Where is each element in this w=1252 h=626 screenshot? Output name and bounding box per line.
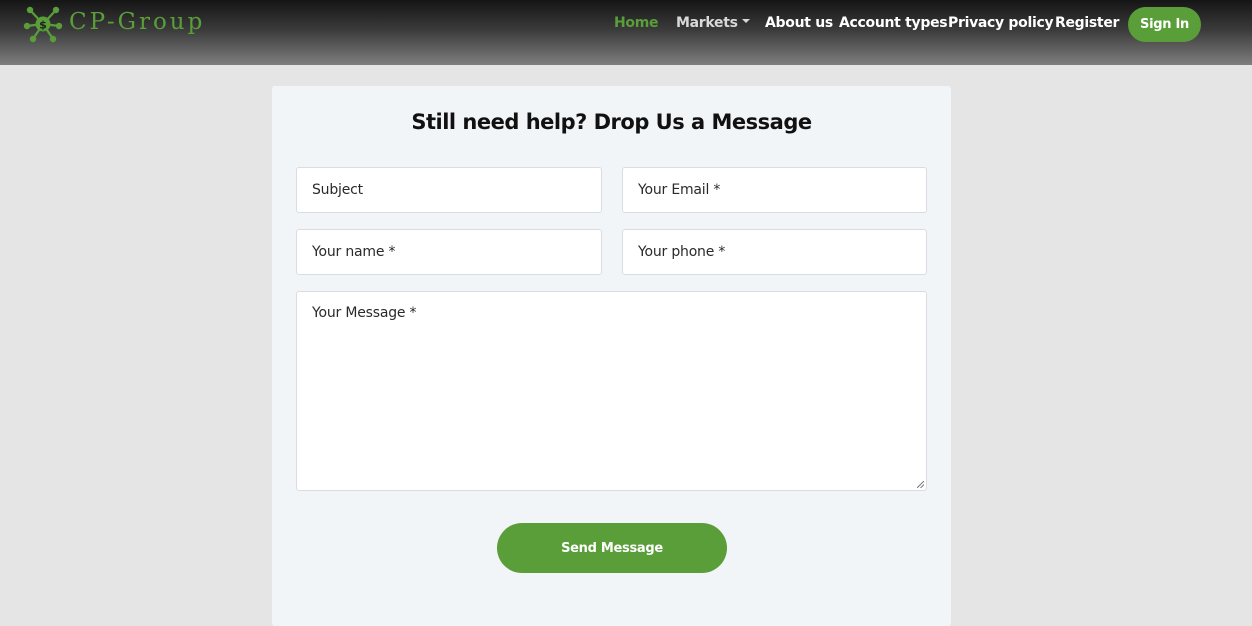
top-navbar: $ CP-Group Home Markets About us Account…: [0, 0, 1252, 65]
send-message-button[interactable]: Send Message: [497, 523, 727, 573]
resize-handle-icon[interactable]: [917, 481, 924, 488]
contact-form-card: Still need help? Drop Us a Message Subje…: [272, 86, 951, 626]
nav-markets-label: Markets: [676, 15, 738, 31]
phone-input[interactable]: Your phone *: [622, 229, 927, 275]
sign-in-button[interactable]: Sign In: [1128, 7, 1201, 42]
message-placeholder: Your Message *: [312, 305, 417, 321]
nav-about-us[interactable]: About us: [765, 15, 833, 31]
nav-markets-dropdown[interactable]: Markets: [676, 15, 750, 31]
nav-menu: Home Markets About us Account types Priv…: [0, 0, 1252, 49]
nav-privacy-policy[interactable]: Privacy policy: [948, 15, 1054, 31]
email-input[interactable]: Your Email *: [622, 167, 927, 213]
subject-input[interactable]: Subject: [296, 167, 602, 213]
name-input[interactable]: Your name *: [296, 229, 602, 275]
message-textarea[interactable]: Your Message *: [296, 291, 927, 491]
nav-home[interactable]: Home: [614, 15, 659, 31]
form-title: Still need help? Drop Us a Message: [411, 110, 812, 134]
caret-down-icon: [741, 19, 750, 23]
nav-register[interactable]: Register: [1055, 15, 1119, 31]
nav-account-types[interactable]: Account types: [839, 15, 948, 31]
